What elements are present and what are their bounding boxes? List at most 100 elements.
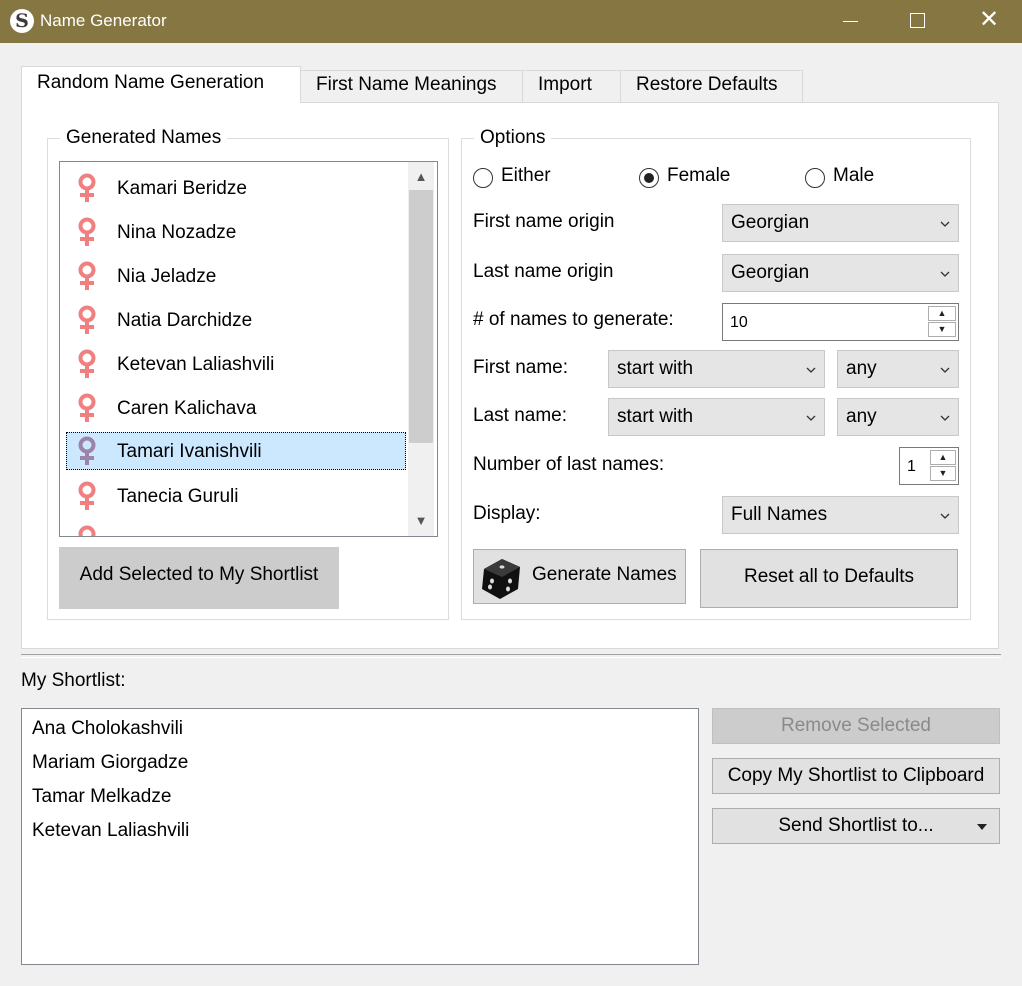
display-select[interactable]: Full Names [722, 496, 959, 534]
generated-name: Tanecia Guruli [117, 486, 239, 507]
radio-selected-dot [644, 173, 654, 183]
female-symbol-icon [78, 481, 96, 510]
chevron-down-icon [940, 271, 950, 277]
app-logo-icon: S [10, 9, 34, 33]
minimize-button[interactable] [827, 0, 873, 43]
spin-down-icon[interactable]: ▼ [928, 322, 956, 337]
list-item-selected[interactable]: Tamari Ivanishvili [66, 432, 406, 470]
chevron-down-icon [940, 367, 950, 373]
last-name-label: Last name: [473, 405, 567, 426]
options-title: Options [474, 127, 552, 149]
shortlist-title: My Shortlist: [21, 670, 126, 691]
female-symbol-icon [78, 436, 96, 465]
female-symbol-icon [78, 393, 96, 422]
send-shortlist-label: Send Shortlist to... [778, 815, 934, 836]
display-label: Display: [473, 503, 541, 524]
tab-random-name-generation[interactable]: Random Name Generation [21, 66, 301, 103]
maximize-button[interactable] [894, 0, 940, 43]
num-last-names-value: 1 [907, 458, 916, 475]
generated-names-list[interactable]: Kamari Beridze Nina Nozadze Nia Jeladze … [59, 161, 438, 537]
tab-first-name-meanings[interactable]: First Name Meanings [300, 70, 523, 102]
first-name-letter-select[interactable]: any [837, 350, 959, 388]
tab-import[interactable]: Import [522, 70, 621, 102]
radio-either-label: Either [501, 165, 551, 186]
list-item[interactable]: Ana Cholokashvili [32, 718, 183, 740]
dice-icon [482, 559, 520, 599]
radio-female[interactable] [639, 168, 659, 188]
reset-defaults-button[interactable]: Reset all to Defaults [700, 549, 958, 608]
last-origin-select[interactable]: Georgian [722, 254, 959, 292]
close-button[interactable]: ✕ [966, 0, 1012, 43]
list-item[interactable]: Natia Darchidze [66, 301, 406, 339]
list-item[interactable]: Tamar Melkadze [32, 786, 171, 808]
remove-selected-button[interactable]: Remove Selected [712, 708, 1000, 744]
chevron-down-icon [940, 415, 950, 421]
num-last-names-label: Number of last names: [473, 454, 665, 475]
first-name-label: First name: [473, 357, 569, 378]
list-item-partial[interactable] [66, 521, 406, 536]
generated-name: Tamari Ivanishvili [117, 441, 262, 462]
female-symbol-icon [78, 261, 96, 290]
list-item[interactable]: Nia Jeladze [66, 257, 406, 295]
scroll-down-arrow[interactable]: ▼ [408, 508, 434, 534]
spin-up-icon[interactable]: ▲ [930, 450, 956, 465]
first-name-mode-value: start with [617, 358, 694, 379]
female-symbol-icon [78, 173, 96, 202]
maximize-icon [910, 13, 925, 28]
first-name-mode-select[interactable]: start with [608, 350, 825, 388]
list-item[interactable]: Ketevan Laliashvili [32, 820, 189, 842]
generated-name: Natia Darchidze [117, 310, 253, 331]
radio-female-label: Female [667, 165, 731, 186]
chevron-down-icon [806, 367, 816, 373]
first-origin-select[interactable]: Georgian [722, 204, 959, 242]
first-name-letter-value: any [846, 358, 877, 379]
window-title: Name Generator [40, 11, 167, 30]
spin-up-icon[interactable]: ▲ [928, 306, 956, 321]
list-item[interactable]: Caren Kalichava [66, 389, 406, 427]
last-origin-label: Last name origin [473, 261, 614, 282]
list-item[interactable]: Mariam Giorgadze [32, 752, 188, 774]
copy-shortlist-button[interactable]: Copy My Shortlist to Clipboard [712, 758, 1000, 794]
last-name-letter-select[interactable]: any [837, 398, 959, 436]
generated-name: Nina Nozadze [117, 222, 237, 243]
generated-names-title: Generated Names [60, 127, 228, 149]
radio-male-label: Male [833, 165, 875, 186]
first-origin-value: Georgian [731, 212, 810, 233]
radio-male[interactable] [805, 168, 825, 188]
female-symbol-icon [78, 305, 96, 334]
generated-name: Ketevan Laliashvili [117, 354, 275, 375]
chevron-down-icon [940, 513, 950, 519]
section-divider [21, 654, 1001, 658]
names-scrollbar[interactable]: ▲ ▼ [408, 162, 434, 536]
add-to-shortlist-button[interactable]: Add Selected to My Shortlist [59, 547, 339, 609]
list-item[interactable]: Kamari Beridze [66, 169, 406, 207]
title-bar: S Name Generator ✕ [0, 0, 1022, 43]
chevron-down-icon [806, 415, 816, 421]
send-shortlist-button[interactable]: Send Shortlist to... [712, 808, 1000, 844]
num-last-names-spinner[interactable]: 1 ▲ ▼ [899, 447, 959, 485]
list-item[interactable]: Tanecia Guruli [66, 477, 406, 515]
last-origin-value: Georgian [731, 262, 810, 283]
display-value: Full Names [731, 504, 828, 525]
chevron-down-icon [940, 221, 950, 227]
count-spinner[interactable]: 10 ▲ ▼ [722, 303, 959, 341]
close-icon: ✕ [979, 5, 1000, 33]
female-symbol-icon [78, 349, 96, 378]
generated-name: Kamari Beridze [117, 178, 247, 199]
first-origin-label: First name origin [473, 211, 615, 232]
count-value: 10 [730, 314, 748, 331]
shortlist-list[interactable]: Ana Cholokashvili Mariam Giorgadze Tamar… [21, 708, 699, 965]
minimize-icon [843, 21, 858, 22]
spin-down-icon[interactable]: ▼ [930, 466, 956, 481]
count-label: # of names to generate: [473, 309, 674, 330]
list-item[interactable]: Nina Nozadze [66, 213, 406, 251]
scroll-thumb[interactable] [409, 190, 433, 443]
last-name-mode-select[interactable]: start with [608, 398, 825, 436]
list-item[interactable]: Ketevan Laliashvili [66, 345, 406, 383]
generate-names-label: Generate Names [532, 564, 677, 585]
scroll-up-arrow[interactable]: ▲ [408, 164, 434, 190]
tab-restore-defaults[interactable]: Restore Defaults [620, 70, 803, 102]
female-symbol-icon [78, 525, 96, 536]
radio-either[interactable] [473, 168, 493, 188]
generated-name: Caren Kalichava [117, 398, 257, 419]
